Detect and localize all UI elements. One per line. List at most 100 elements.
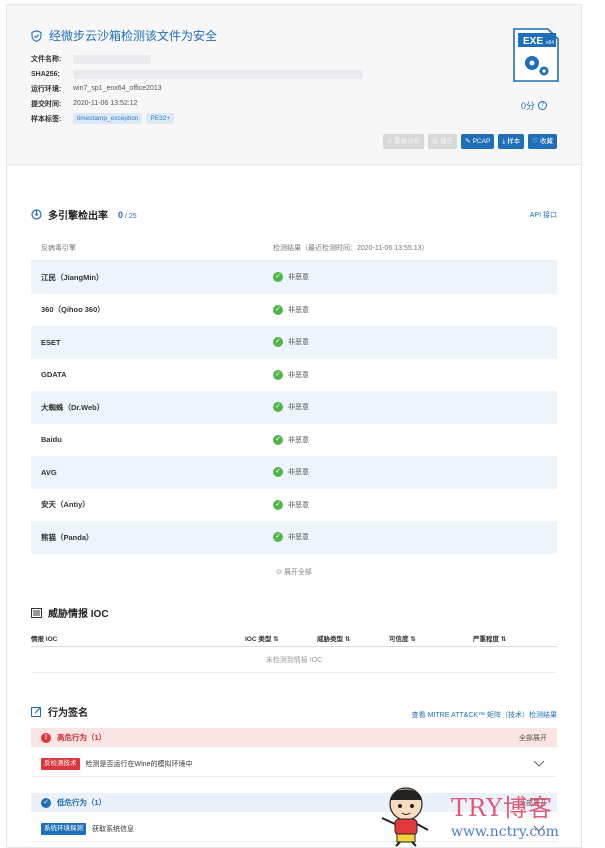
engine-result: ✓ 非恶意 <box>273 532 309 543</box>
watermark-url: www.nctry.com <box>451 824 559 840</box>
engine-row: ESET ✓ 非恶意 <box>31 326 557 359</box>
meta-row-tags: 样本标签: timestamp_exception PE32+ <box>31 111 363 126</box>
check-icon: ✓ <box>273 402 283 413</box>
pcap-button[interactable]: ✎ PCAP <box>461 134 495 149</box>
threat-score: 0分 ? <box>521 99 548 112</box>
meta-row-time: 提交时间: 2020-11-06 13:52:12 <box>31 96 363 111</box>
sample-tag[interactable]: timestamp_exception <box>73 113 143 125</box>
check-icon: ✓ <box>273 532 283 543</box>
engine-result: ✓ 非恶意 <box>273 434 309 445</box>
help-icon[interactable]: ? <box>538 101 548 110</box>
engine-name: GDATA <box>41 370 67 380</box>
high-risk-bar[interactable]: ! 高危行为（1） 全部展开 <box>31 728 557 747</box>
engine-name: ESET <box>41 337 61 347</box>
engines-section-title: 多引擎检出率 0/ 25 <box>31 207 137 222</box>
engine-name: Baidu <box>41 435 62 445</box>
engine-result: ✓ 非恶意 <box>273 337 309 348</box>
meta-row-env: 运行环境: win7_sp1_enx64_office2013 <box>31 82 363 97</box>
chevron-down-icon[interactable] <box>533 760 545 767</box>
file-arch-label: x64 <box>546 40 554 46</box>
expand-all-link[interactable]: 全部展开 <box>519 733 547 743</box>
verdict-title: 经微步云沙箱检测该文件为安全 <box>31 27 217 44</box>
ioc-table-header: 情报 IOC IOC 类型 ⇅ 威胁类型 ⇅ 可信度 ⇅ 严重程度 ⇅ <box>31 629 557 647</box>
engine-result: ✓ 非恶意 <box>273 499 309 510</box>
report-header: 经微步云沙箱检测该文件为安全 文件名称: SHA256: 运行环境: win7_… <box>7 5 581 165</box>
report-button[interactable]: ▤ 报告 <box>427 134 458 149</box>
reanalyze-button[interactable]: ⊘ 重新分析 <box>382 134 424 149</box>
report-frame: 经微步云沙箱检测该文件为安全 文件名称: SHA256: 运行环境: win7_… <box>6 4 582 848</box>
meta-key: 运行环境: <box>31 85 62 93</box>
expand-icon: ⊙ <box>276 569 282 576</box>
ioc-col: 情报 IOC <box>31 635 58 643</box>
sample-tag[interactable]: PE32+ <box>146 113 175 125</box>
engine-result: ✓ 非恶意 <box>273 402 309 413</box>
behavior-item[interactable]: 反检测技术 检测是否运行在Wine的模拟环境中 <box>31 751 557 777</box>
check-circle-icon: ✓ <box>41 797 51 808</box>
engine-name: 360（Qihoo 360） <box>41 305 105 315</box>
meta-row-sha256: SHA256: <box>31 67 363 82</box>
meta-key: 样本标签: <box>31 115 62 123</box>
check-icon: ✓ <box>273 337 283 348</box>
engine-row: GDATA ✓ 非恶意 <box>31 359 557 392</box>
category-chip: 反检测技术 <box>41 757 80 770</box>
engine-name: AVG <box>41 467 57 477</box>
ioc-empty-state: 未检测到情报 IOC <box>31 649 557 673</box>
engine-name: 江民（JiangMin） <box>41 272 104 282</box>
radar-icon <box>31 209 42 220</box>
meta-key: SHA256: <box>31 70 60 78</box>
engine-name: 熊猫（Panda） <box>41 532 94 542</box>
document-icon: ▤ <box>431 138 439 145</box>
engine-table: 反病毒引擎 检测结果（最近检测时间：2020-11-06 13:55:13） 江… <box>31 235 557 554</box>
engine-result: ✓ 非恶意 <box>273 467 309 478</box>
file-type-icon: EXE x64 <box>512 27 560 85</box>
check-icon: ✓ <box>273 434 283 445</box>
ioc-col[interactable]: IOC 类型 ⇅ <box>245 633 317 643</box>
engine-row: 360（Qihoo 360） ✓ 非恶意 <box>31 294 557 327</box>
pencil-icon: ✎ <box>465 138 471 145</box>
ioc-section-title: 威胁情报 IOC <box>31 605 109 620</box>
action-toolbar: ⊘ 重新分析 ▤ 报告 ✎ PCAP ⤓ 样本 ♡ 收藏 <box>382 134 557 149</box>
engine-name: 安天（Antiy） <box>41 500 90 510</box>
api-link[interactable]: API 接口 <box>530 210 557 220</box>
detection-count: 0/ 25 <box>118 209 137 220</box>
engine-row: AVG ✓ 非恶意 <box>31 456 557 489</box>
meta-row-filename: 文件名称: <box>31 52 363 67</box>
expand-all-button[interactable]: ⊙ 展开全部 <box>7 567 581 577</box>
check-icon: ✓ <box>273 499 283 510</box>
file-type-label: EXE <box>523 36 543 47</box>
edit-icon <box>31 707 41 717</box>
verdict-text: 经微步云沙箱检测该文件为安全 <box>49 29 218 43</box>
redacted-filename <box>73 54 151 64</box>
refresh-icon: ⊘ <box>386 138 392 145</box>
engine-row: 熊猫（Panda） ✓ 非恶意 <box>31 521 557 554</box>
check-icon: ✓ <box>273 272 283 283</box>
score-value: 0分 <box>521 101 536 111</box>
meta-value: win7_sp1_enx64_office2013 <box>73 85 162 93</box>
meta-value: 2020-11-06 13:52:12 <box>73 100 138 108</box>
mitre-link[interactable]: 查看 MITRE ATT&CK™ 矩阵（技术）检测结果 <box>412 710 557 720</box>
redacted-sha256 <box>73 69 363 79</box>
engine-row: Baidu ✓ 非恶意 <box>31 424 557 457</box>
ioc-col[interactable]: 威胁类型 ⇅ <box>317 633 389 643</box>
check-icon: ✓ <box>273 369 283 380</box>
heart-icon: ♡ <box>532 138 538 145</box>
shield-check-icon <box>31 29 42 42</box>
ioc-col[interactable]: 可信度 ⇅ <box>389 633 473 643</box>
behavior-section-title: 行为签名 <box>31 704 88 719</box>
download-icon: ⤓ <box>502 138 506 145</box>
category-chip: 系统环境探测 <box>41 822 86 835</box>
ioc-col[interactable]: 严重程度 ⇅ <box>473 633 506 643</box>
download-sample-button[interactable]: ⤓ 样本 <box>498 134 525 149</box>
engine-row: 安天（Antiy） ✓ 非恶意 <box>31 489 557 522</box>
engine-result: ✓ 非恶意 <box>273 304 309 315</box>
favorite-button[interactable]: ♡ 收藏 <box>528 134 557 149</box>
file-meta: 文件名称: SHA256: 运行环境: win7_sp1_enx64_offic… <box>31 52 363 126</box>
watermark-brand: TRY博客 <box>451 794 554 822</box>
engine-name: 大蜘蛛（Dr.Web） <box>41 402 105 412</box>
engine-row: 大蜘蛛（Dr.Web） ✓ 非恶意 <box>31 391 557 424</box>
meta-key: 提交时间: <box>31 100 62 108</box>
check-icon: ✓ <box>273 467 283 478</box>
list-icon <box>31 607 42 618</box>
engine-result: ✓ 非恶意 <box>273 272 309 283</box>
alert-icon: ! <box>41 732 51 743</box>
